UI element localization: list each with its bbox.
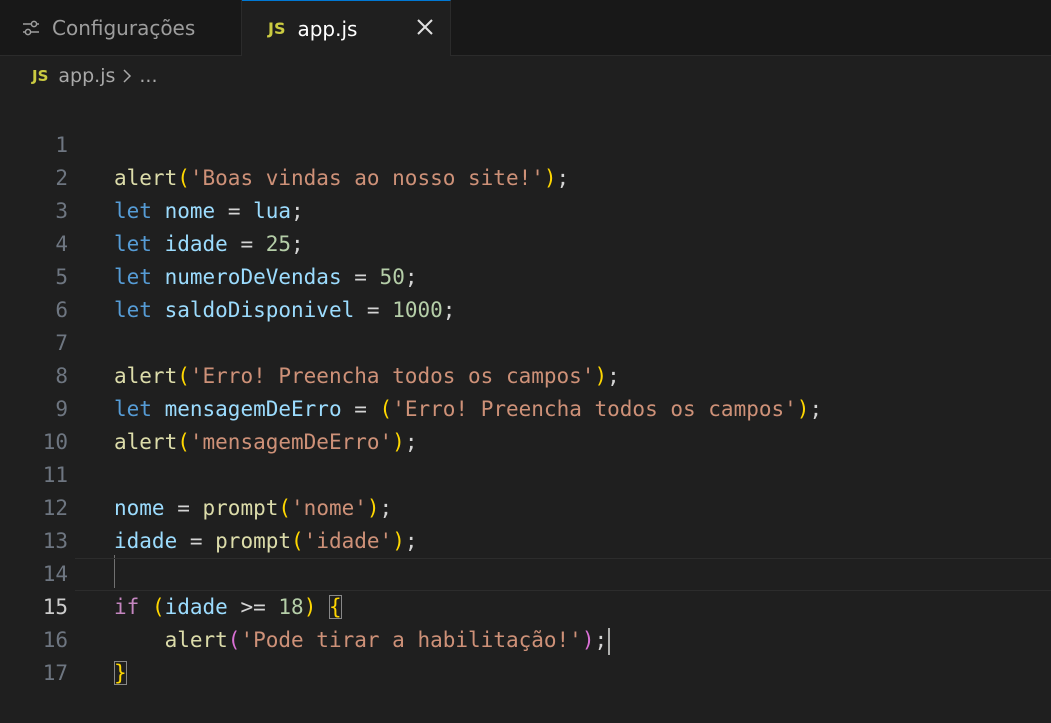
line-content: } — [114, 657, 127, 690]
code-line-current[interactable]: 15 alert('Pode tirar a habilitação!'); — [0, 558, 1051, 655]
editor-tab-bar: Configurações JS app.js — [0, 0, 1051, 56]
code-line[interactable]: 4 let numeroDeVendas = 50; — [0, 195, 1051, 289]
token-brace: } — [114, 661, 127, 685]
chevron-right-icon — [123, 69, 132, 83]
breadcrumb-file[interactable]: app.js — [58, 65, 115, 87]
code-line[interactable]: 13 — [0, 492, 1051, 553]
code-line[interactable]: 17 — [0, 624, 1051, 685]
code-editor[interactable]: 1 alert('Boas vindas ao nosso site!'); 2… — [0, 96, 1051, 685]
code-line[interactable]: 5 let saldoDisponivel = 1000; — [0, 228, 1051, 322]
tab-label: app.js — [297, 16, 358, 41]
code-line[interactable]: 2 let nome = lua; — [0, 129, 1051, 223]
code-line[interactable]: 9 alert('mensagemDeErro'); — [0, 360, 1051, 454]
settings-sliders-icon — [23, 20, 39, 35]
code-line[interactable]: 8 let mensagemDeErro = ('Erro! Preencha … — [0, 327, 1051, 421]
code-line[interactable]: 14 if (idade >= 18) { — [0, 525, 1051, 619]
code-line[interactable]: 10 — [0, 393, 1051, 454]
breadcrumb: JS app.js ... — [0, 56, 1051, 96]
code-line[interactable]: 6 — [0, 261, 1051, 322]
code-line[interactable]: 3 let idade = 25; — [0, 162, 1051, 256]
js-file-icon: JS — [32, 67, 49, 85]
breadcrumb-more[interactable]: ... — [139, 65, 157, 87]
line-number: 17 — [42, 661, 68, 685]
code-line[interactable]: 1 alert('Boas vindas ao nosso site!'); — [0, 96, 1051, 190]
code-line[interactable]: 7 alert('Erro! Preencha todos os campos'… — [0, 294, 1051, 388]
tab-label: Configurações — [52, 15, 196, 40]
code-line[interactable]: 16 } — [0, 591, 1051, 685]
tab-app-js[interactable]: JS app.js — [242, 0, 451, 56]
close-icon[interactable] — [414, 16, 436, 38]
tab-settings[interactable]: Configurações — [0, 0, 242, 55]
code-line[interactable]: 11 nome = prompt('nome'); — [0, 426, 1051, 520]
code-line[interactable]: 12 idade = prompt('idade'); — [0, 459, 1051, 553]
js-file-icon: JS — [268, 19, 286, 38]
